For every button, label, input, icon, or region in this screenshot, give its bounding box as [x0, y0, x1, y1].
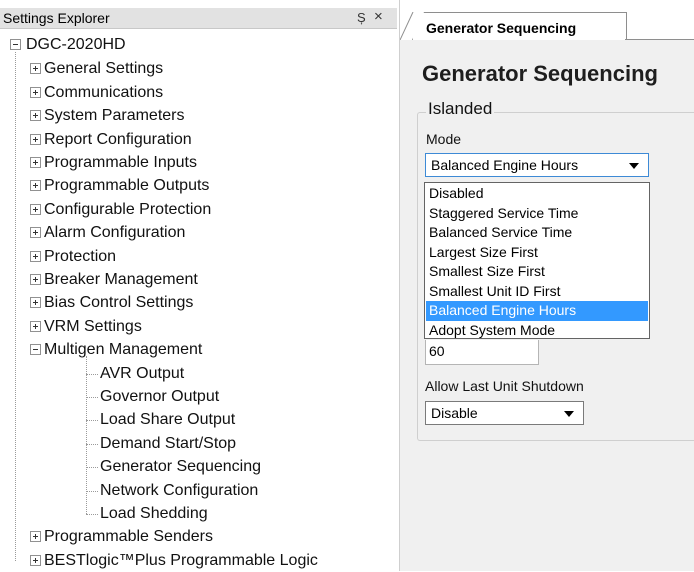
expand-icon[interactable]: [30, 227, 41, 239]
settings-explorer-header: Settings Explorer Ș ×: [0, 8, 397, 29]
tree-item-label: VRM Settings: [44, 317, 142, 335]
tree-item[interactable]: Programmable Inputs: [0, 152, 390, 174]
page-title: Generator Sequencing: [422, 61, 658, 86]
tree-item-label: Configurable Protection: [44, 200, 212, 218]
expand-icon[interactable]: [30, 110, 41, 122]
mode-option[interactable]: Balanced Engine Hours: [426, 301, 648, 321]
mode-option[interactable]: Smallest Size First: [426, 262, 648, 282]
tree-connector: [86, 373, 98, 375]
mode-option[interactable]: Staggered Service Time: [426, 204, 648, 224]
mode-option[interactable]: Adopt System Mode: [426, 321, 648, 341]
mode-option[interactable]: Smallest Unit ID First: [426, 282, 648, 302]
tree-item-label: Programmable Senders: [44, 528, 213, 546]
mode-option[interactable]: Balanced Service Time: [426, 223, 648, 243]
tree-item-label: BESTlogic™Plus Programmable Logic: [44, 551, 318, 569]
tree-item-label: Communications: [44, 83, 164, 101]
mode-option[interactable]: Largest Size First: [426, 243, 648, 263]
settings-explorer-panel: Settings Explorer Ș × DGC-2020HD General …: [0, 0, 400, 571]
tree-subitem-label: Demand Start/Stop: [100, 434, 237, 452]
tree-item[interactable]: Alarm Configuration: [0, 222, 390, 244]
tab-label[interactable]: Generator Sequencing: [426, 20, 576, 36]
mode-option[interactable]: Disabled: [426, 184, 648, 204]
tree-item[interactable]: General Settings: [0, 58, 390, 80]
mode-dropdown[interactable]: Balanced Engine Hours: [425, 153, 649, 177]
expand-icon[interactable]: [30, 133, 41, 145]
allow-last-unit-shutdown-value: Disable: [431, 405, 478, 421]
chevron-down-icon[interactable]: [564, 411, 574, 417]
tree-item[interactable]: BESTlogic™Plus Programmable Logic: [0, 550, 390, 572]
expand-icon[interactable]: [30, 297, 41, 309]
tree-item[interactable]: Breaker Management: [0, 269, 390, 291]
allow-last-unit-shutdown-label: Allow Last Unit Shutdown: [425, 378, 584, 394]
tab-strip-line: [625, 39, 694, 40]
tree-subitem-label: Load Share Output: [100, 411, 236, 429]
tree-item-label: Alarm Configuration: [44, 224, 186, 242]
chevron-down-icon[interactable]: [629, 163, 639, 169]
allow-last-unit-shutdown-dropdown[interactable]: Disable: [425, 401, 584, 425]
collapse-icon[interactable]: [30, 344, 41, 356]
expand-icon[interactable]: [30, 554, 41, 566]
tree-item-label: Bias Control Settings: [44, 294, 194, 312]
tree-item[interactable]: Bias Control Settings: [0, 292, 390, 314]
expand-icon[interactable]: [30, 250, 41, 262]
settings-explorer-title: Settings Explorer: [3, 10, 110, 26]
tree-subitem-label: AVR Output: [100, 364, 185, 382]
tree-item[interactable]: System Parameters: [0, 105, 390, 127]
mode-options-list[interactable]: Disabled Staggered Service Time Balanced S…: [424, 182, 650, 339]
tree-connector: [86, 467, 98, 469]
expand-icon[interactable]: [30, 274, 41, 285]
expand-icon[interactable]: [30, 63, 41, 75]
expand-icon[interactable]: [30, 157, 41, 168]
tree-root-label: DGC-2020HD: [26, 36, 126, 53]
close-icon[interactable]: ×: [374, 8, 383, 26]
tree-item[interactable]: Protection: [0, 246, 390, 268]
tree-connector: [86, 356, 87, 514]
expand-icon[interactable]: [30, 180, 41, 192]
tree-item-label: Protection: [44, 247, 117, 265]
tree-connector: [86, 420, 98, 422]
tree-connector: [86, 514, 98, 515]
collapse-icon[interactable]: [10, 39, 21, 50]
mode-label: Mode: [426, 131, 462, 147]
tree-subitem-label: Network Configuration: [100, 481, 259, 499]
tree-item-label: General Settings: [44, 60, 164, 78]
expand-icon[interactable]: [30, 320, 41, 332]
tree-subitem-label: Load Shedding: [100, 505, 208, 522]
tree-item[interactable]: VRM Settings: [0, 316, 390, 338]
pin-icon[interactable]: Ș: [357, 9, 366, 27]
tree-item-label: Programmable Outputs: [44, 177, 210, 195]
tree-item[interactable]: Multigen Management: [0, 339, 390, 361]
tree-item-label: Programmable Inputs: [44, 154, 197, 171]
tree-item[interactable]: Programmable Senders: [0, 526, 390, 548]
tree-subitem-label: Generator Sequencing: [100, 458, 261, 476]
tree-item-label: System Parameters: [44, 107, 185, 125]
tree-item-label: Breaker Management: [44, 271, 198, 288]
tab-edge: [400, 12, 414, 40]
tree-connector: [86, 397, 98, 398]
content-panel: Generator Sequencing Generator Sequencin…: [400, 0, 694, 571]
tree-item[interactable]: Programmable Outputs: [0, 175, 390, 197]
expand-icon[interactable]: [30, 86, 41, 98]
tree-connector: [86, 443, 98, 445]
islanded-group-title: Islanded: [426, 98, 495, 120]
tree-item[interactable]: Report Configuration: [0, 129, 390, 151]
expand-icon[interactable]: [30, 203, 41, 215]
mode-dropdown-value: Balanced Engine Hours: [431, 157, 579, 173]
tab-strip: Generator Sequencing: [400, 0, 694, 40]
tree-item[interactable]: Configurable Protection: [0, 199, 390, 221]
tree-subitem-label: Governor Output: [100, 388, 220, 405]
expand-icon[interactable]: [30, 531, 41, 543]
numeric-input[interactable]: 60: [425, 340, 539, 365]
tree-connector: [86, 490, 98, 492]
tree-item[interactable]: Communications: [0, 82, 390, 104]
tree-item-label: Multigen Management: [44, 341, 203, 359]
tree-item-label: Report Configuration: [44, 130, 192, 148]
